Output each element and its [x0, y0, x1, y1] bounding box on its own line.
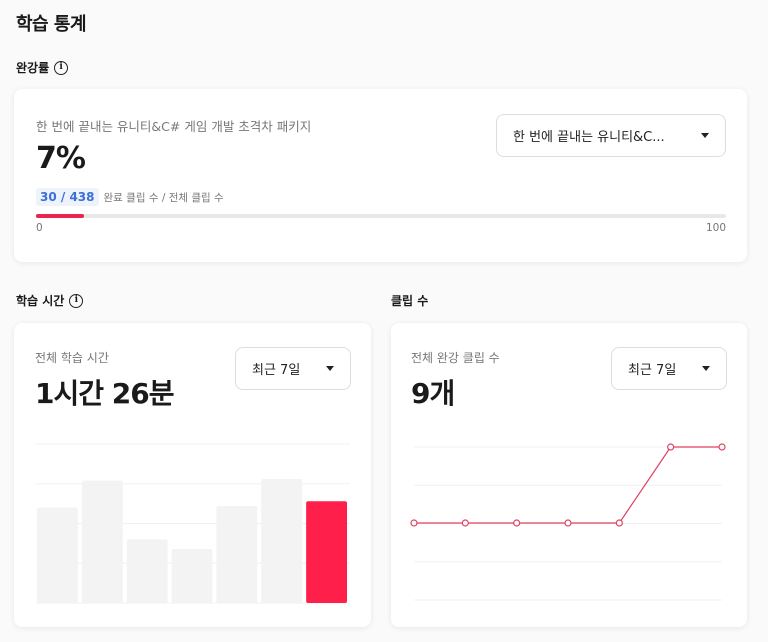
bar-2 — [81, 480, 123, 603]
bar-1 — [37, 507, 78, 603]
completion-progress-track — [36, 214, 726, 218]
study-time-label: 학습 시간 — [16, 294, 65, 308]
completion-card: 한 번에 끝내는 유니티&C# 게임 개발 초격차 패키지 7% 30 / 43… — [14, 89, 747, 262]
info-icon[interactable]: i — [69, 293, 84, 308]
bar-7 — [306, 501, 347, 603]
course-select-value: 한 번에 끝내는 유니티&C... — [513, 130, 665, 145]
completion-percent: 7% — [36, 141, 86, 176]
point-3 — [513, 519, 521, 527]
completion-count-caption: 완료 클립 수 / 전체 클립 수 — [103, 191, 224, 204]
bar-5 — [216, 506, 258, 603]
point-1 — [410, 519, 418, 527]
point-5 — [615, 519, 623, 527]
bar-6 — [261, 478, 303, 603]
progress-scale-min: 0 — [36, 222, 43, 234]
clips-label: 클립 수 — [391, 294, 429, 308]
study-time-section-label: 학습 시간 i — [16, 292, 84, 309]
point-6 — [667, 443, 675, 451]
clips-card: 전체 완강 클립 수 9개 최근 7일 — [391, 323, 747, 627]
chevron-down-icon — [701, 133, 709, 138]
progress-scale-max: 100 — [706, 222, 727, 234]
bar-3 — [126, 539, 168, 603]
point-4 — [564, 519, 572, 527]
point-7 — [718, 443, 726, 451]
bar-4 — [171, 548, 213, 603]
clips-section-label: 클립 수 — [391, 292, 428, 309]
clips-line-chart — [410, 443, 726, 601]
course-select-dropdown[interactable]: 한 번에 끝내는 유니티&C... — [496, 114, 726, 157]
completion-count-row: 30 / 438 완료 클립 수 / 전체 클립 수 — [36, 188, 224, 206]
completion-label: 완강률 — [16, 61, 50, 75]
completion-progress-fill — [36, 214, 85, 218]
course-title: 한 번에 끝내는 유니티&C# 게임 개발 초격차 패키지 — [36, 119, 312, 134]
study-time-bar-chart — [36, 443, 350, 604]
completion-count-badge: 30 / 438 — [36, 188, 99, 206]
point-2 — [461, 519, 469, 527]
study-time-card: 전체 학습 시간 1시간 26분 최근 7일 — [14, 323, 371, 627]
info-icon[interactable]: i — [54, 60, 69, 75]
page-title: 학습 통계 — [16, 14, 87, 35]
completion-section-label: 완강률 i — [16, 59, 69, 76]
